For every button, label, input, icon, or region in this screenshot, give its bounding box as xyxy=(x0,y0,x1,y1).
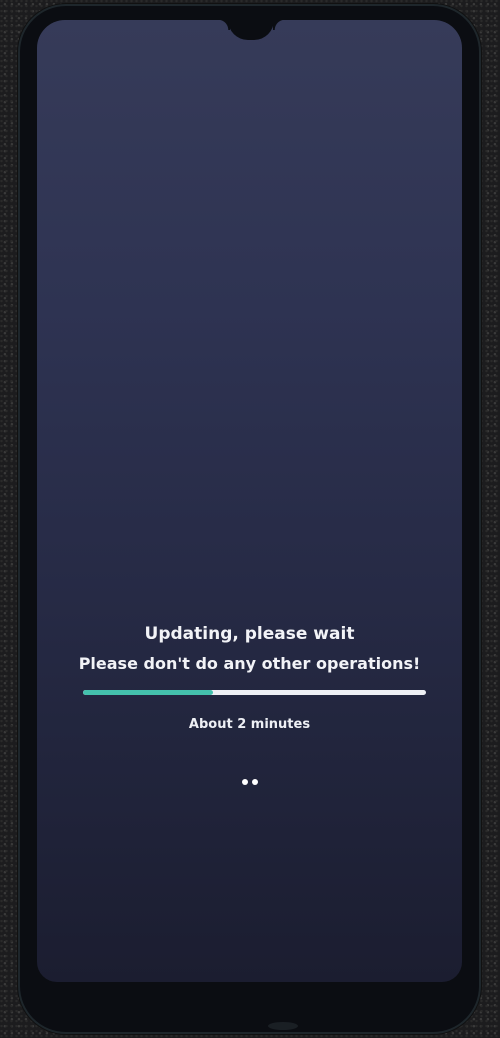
loading-indicator xyxy=(37,770,462,785)
update-warning: Please don't do any other operations! xyxy=(78,654,421,673)
camera-notch xyxy=(228,20,274,40)
time-remaining: About 2 minutes xyxy=(188,717,311,732)
update-progress-fill xyxy=(83,690,214,695)
loading-dot xyxy=(241,779,248,785)
update-title: Updating, please wait xyxy=(144,624,355,644)
phone-device: Updating, please wait Please don't do an… xyxy=(18,4,481,1034)
update-progress-bar xyxy=(83,690,426,695)
bottom-bezel-detail xyxy=(268,1022,298,1030)
update-screen: Updating, please wait Please don't do an… xyxy=(37,20,462,982)
loading-dot xyxy=(251,779,258,785)
